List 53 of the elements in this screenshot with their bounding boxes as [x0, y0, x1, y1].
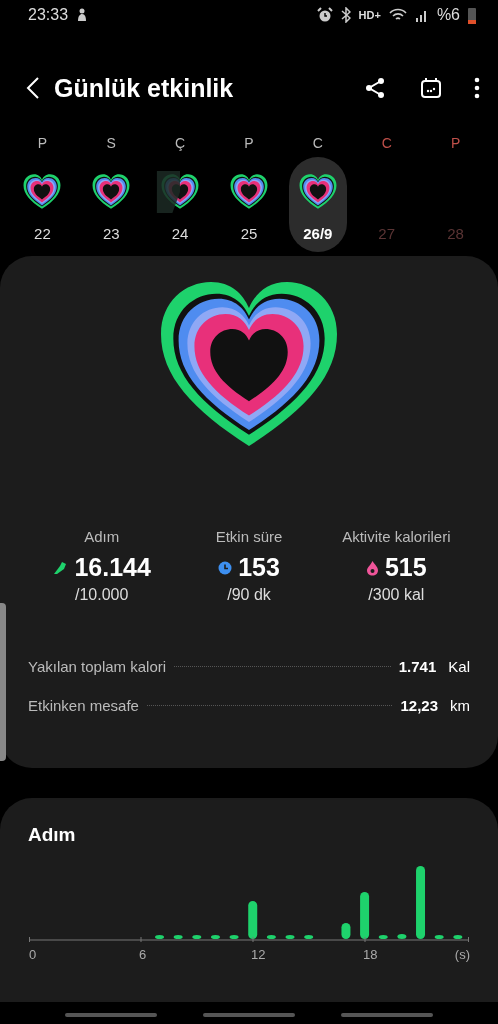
scroll-handle[interactable] — [0, 603, 6, 761]
axis-label: 0 — [29, 947, 38, 962]
calendar-button[interactable] — [420, 77, 442, 99]
stat-label: Adım — [84, 528, 120, 545]
axis-label: (s) — [454, 947, 470, 962]
day-item[interactable]: 24 — [151, 157, 210, 252]
detail-label: Etkinken mesafe — [28, 697, 139, 714]
alarm-icon — [316, 7, 333, 23]
detail-label: Yakılan toplam kalori — [28, 658, 167, 675]
nav-bar-handle[interactable] — [341, 1013, 433, 1017]
stat-value: 515 — [384, 553, 427, 582]
stat-value: 16.144 — [74, 553, 151, 582]
weekday-label: S — [106, 135, 116, 151]
axis-label: 12 — [251, 947, 267, 962]
detail-unit: Kal — [448, 658, 470, 675]
battery-percent: %6 — [436, 6, 460, 24]
day-item[interactable]: 22 — [13, 157, 72, 252]
bluetooth-icon — [340, 7, 351, 23]
day-item[interactable]: 25 — [220, 157, 278, 252]
detail-value: 1.741 — [398, 658, 437, 675]
weekday-label: C — [381, 135, 392, 151]
stat-goal: /90 dk — [227, 586, 271, 604]
day-item[interactable]: 26/9 — [288, 157, 347, 252]
clock-icon — [218, 560, 233, 575]
detail-value: 12,23 — [400, 697, 438, 714]
signal-icon — [414, 8, 429, 22]
clock-time: 23:33 — [28, 6, 69, 24]
stat-goal: /10.000 — [74, 586, 129, 604]
back-button[interactable] — [26, 76, 40, 100]
more-options-button[interactable] — [474, 77, 480, 99]
page-title: Günlük etkinlik — [54, 73, 235, 103]
weekday-label: P — [450, 135, 461, 151]
wifi-icon — [388, 8, 407, 22]
stat-value: 153 — [238, 553, 280, 582]
stat-goal: /300 kal — [368, 586, 425, 604]
stat-label: Aktivite kalorileri — [342, 528, 451, 545]
weekday-label: P — [37, 135, 48, 151]
battery-icon — [468, 6, 476, 24]
network-label: HD+ — [358, 9, 381, 21]
axis-label: 6 — [139, 947, 148, 962]
detail-unit: km — [450, 697, 470, 714]
share-button[interactable] — [364, 77, 386, 99]
figure-icon — [76, 8, 88, 22]
weekday-label: C — [312, 135, 323, 151]
weekday-label: P — [244, 135, 254, 151]
day-item[interactable]: 23 — [82, 157, 141, 252]
weekday-label: Ç — [175, 135, 186, 151]
flame-icon — [365, 559, 379, 576]
stat-label: Etkin süre — [215, 528, 283, 545]
nav-bar-handle[interactable] — [65, 1013, 157, 1017]
axis-label: 18 — [363, 947, 379, 962]
card-title: Adım — [28, 824, 77, 846]
nav-bar-handle[interactable] — [203, 1013, 295, 1017]
